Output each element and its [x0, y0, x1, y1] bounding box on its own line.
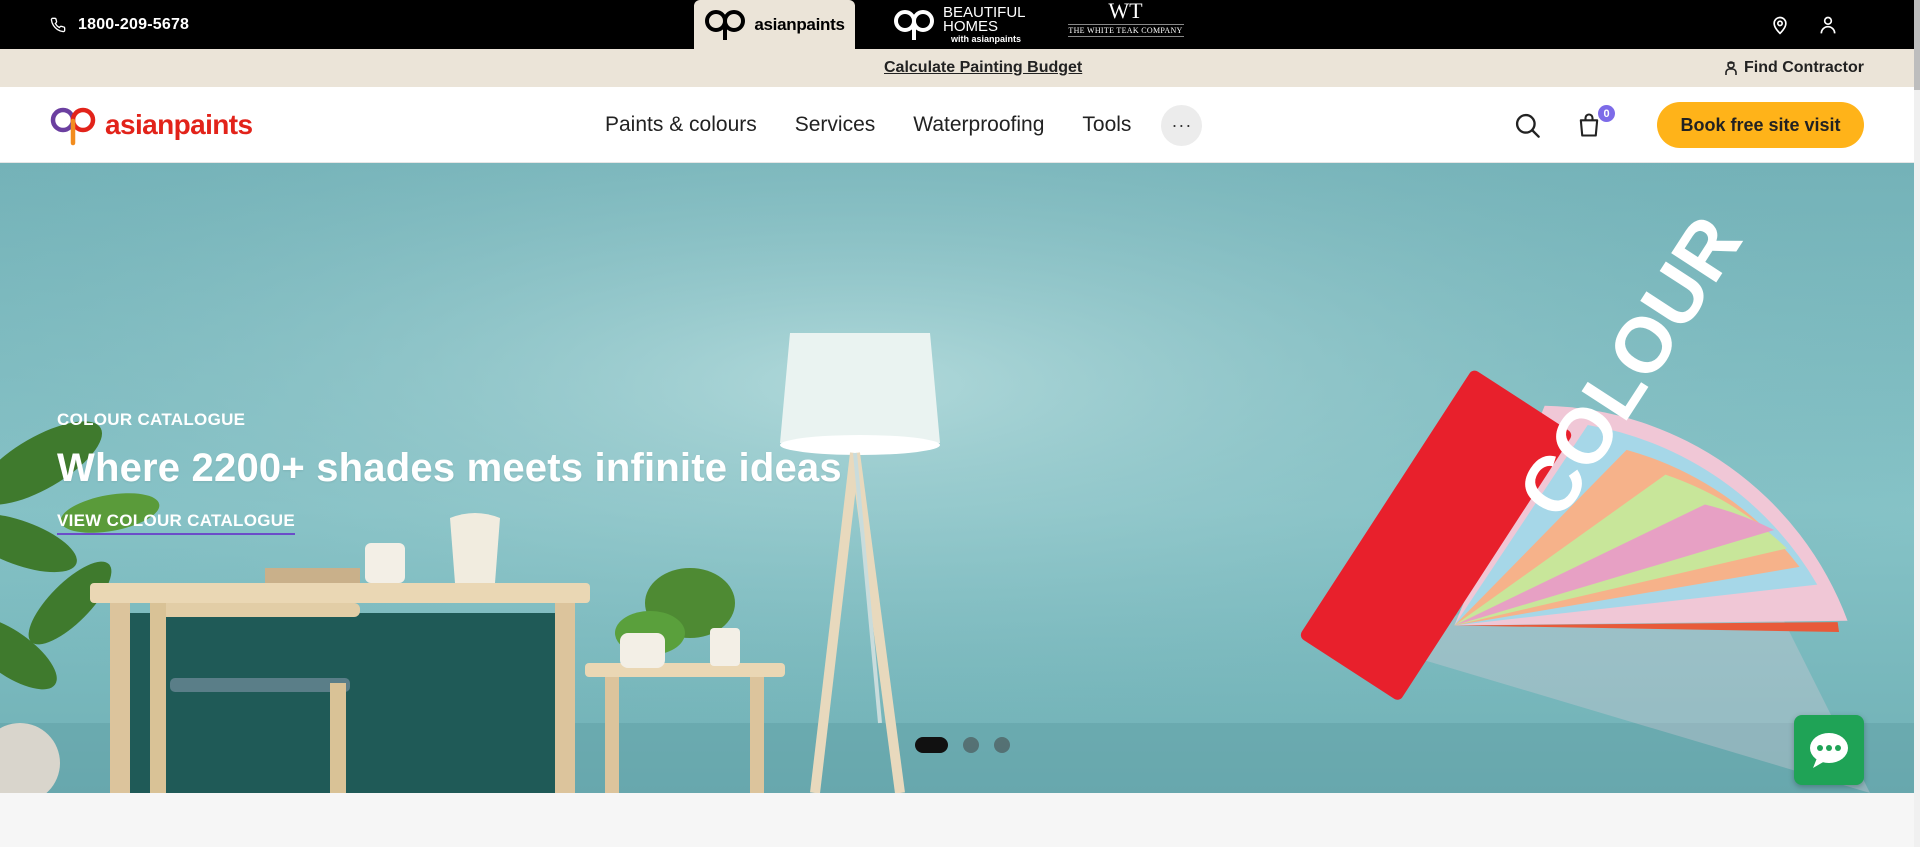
location-pin-icon[interactable]	[1770, 15, 1790, 35]
carousel-dot-1[interactable]	[915, 737, 948, 753]
more-menu-button[interactable]: ···	[1161, 104, 1203, 146]
phone-link[interactable]: 1800-209-5678	[50, 0, 189, 49]
main-navigation: asianpaints Paints & colours Services Wa…	[0, 87, 1920, 163]
calculate-budget-link[interactable]: Calculate Painting Budget	[884, 49, 1082, 87]
find-contractor-link[interactable]: Find Contractor	[1724, 49, 1864, 87]
cart-count-badge: 0	[1598, 105, 1615, 122]
hero-banner[interactable]: COLOUR COLOUR CATALOGUE Where 2200+ shad…	[0, 163, 1914, 793]
top-utility-icons	[1770, 0, 1838, 49]
brand-topbar: 1800-209-5678 asianpaints BEAUTIFUL HOME…	[0, 0, 1920, 49]
hero-eyebrow: COLOUR CATALOGUE	[57, 410, 246, 429]
beautiful-homes-mark-icon	[894, 9, 934, 40]
brand-name-line2: HOMES	[943, 17, 999, 35]
search-icon[interactable]	[1513, 111, 1541, 139]
nav-item-tools[interactable]: Tools	[1082, 113, 1131, 137]
primary-menu: Paints & colours Services Waterproofing …	[605, 87, 1203, 163]
nav-item-paints-colours[interactable]: Paints & colours	[605, 113, 757, 137]
phone-number: 1800-209-5678	[78, 15, 190, 33]
nav-item-waterproofing[interactable]: Waterproofing	[913, 113, 1044, 137]
brand-tab-asianpaints[interactable]: asianpaints	[694, 0, 855, 49]
page: 1800-209-5678 asianpaints BEAUTIFUL HOME…	[0, 0, 1920, 847]
view-colour-catalogue-link[interactable]: VIEW COLOUR CATALOGUE	[57, 511, 295, 535]
scrollbar-thumb[interactable]	[1914, 0, 1920, 90]
book-site-visit-button[interactable]: Book free site visit	[1657, 102, 1864, 148]
carousel-dot-3[interactable]	[994, 737, 1010, 753]
page-scrollbar[interactable]	[1914, 0, 1920, 847]
carousel-indicators	[915, 737, 1010, 753]
nav-item-services[interactable]: Services	[795, 113, 876, 137]
site-logo[interactable]: asianpaints	[49, 103, 253, 147]
brand-name: asianpaints	[754, 14, 845, 34]
asianpaints-logo-icon	[50, 107, 96, 146]
chat-widget-button[interactable]	[1794, 715, 1864, 785]
phone-icon	[50, 17, 66, 32]
brand-tagline: with asianpaints	[951, 33, 1022, 44]
chat-bubble-icon	[1810, 733, 1848, 768]
asianpaints-mark-icon	[705, 9, 746, 40]
hero-headline: Where 2200+ shades meets infinite ideas	[57, 446, 842, 490]
brand-switcher: asianpaints BEAUTIFUL HOMES with asianpa…	[694, 0, 1184, 49]
find-contractor-label: Find Contractor	[1744, 59, 1864, 76]
carousel-dot-2[interactable]	[963, 737, 979, 753]
nav-actions: 0 Book free site visit	[1513, 87, 1864, 163]
brand-name: THE WHITE TEAK COMPANY	[1067, 24, 1184, 37]
logo-wordmark: asianpaints	[105, 109, 253, 140]
brand-tab-white-teak[interactable]: WT THE WHITE TEAK COMPANY	[1067, 0, 1184, 49]
hero-content: COLOUR CATALOGUE Where 2200+ shades meet…	[57, 410, 842, 535]
white-teak-mark: WT	[1108, 0, 1143, 23]
cart-button[interactable]: 0	[1575, 105, 1615, 139]
utility-strip: Calculate Painting Budget Find Contracto…	[0, 49, 1920, 87]
contractor-icon	[1725, 61, 1737, 75]
brand-tab-beautiful-homes[interactable]: BEAUTIFUL HOMES with asianpaints	[893, 0, 1026, 49]
user-account-icon[interactable]	[1818, 15, 1838, 35]
